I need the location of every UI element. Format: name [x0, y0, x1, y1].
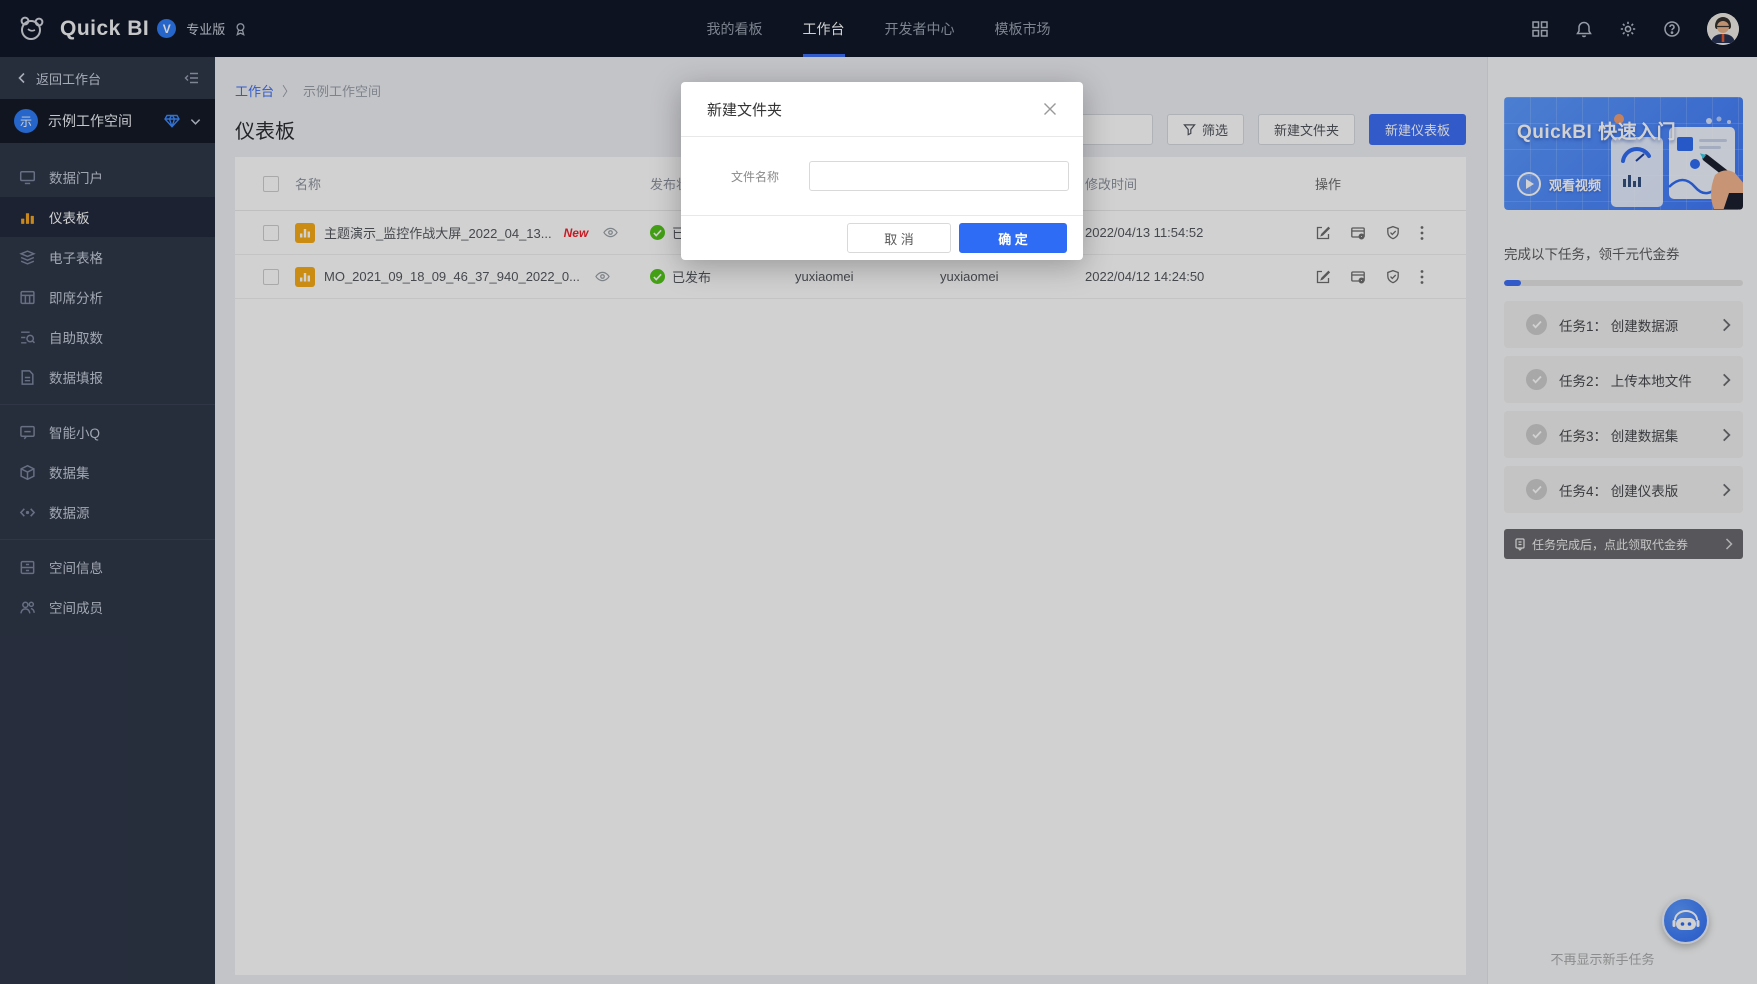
- quick-bi-app: Quick BI V 专业版 我的看板 工作台 开发者中心 模板市场: [0, 0, 1757, 984]
- dialog-title: 新建文件夹: [707, 99, 782, 120]
- new-folder-dialog: 新建文件夹 文件名称 取 消 确 定: [681, 82, 1083, 260]
- close-icon[interactable]: [1043, 102, 1057, 116]
- folder-name-label: 文件名称: [731, 168, 787, 185]
- cancel-button[interactable]: 取 消: [847, 223, 951, 253]
- confirm-button[interactable]: 确 定: [959, 223, 1067, 253]
- folder-name-input[interactable]: [809, 161, 1069, 191]
